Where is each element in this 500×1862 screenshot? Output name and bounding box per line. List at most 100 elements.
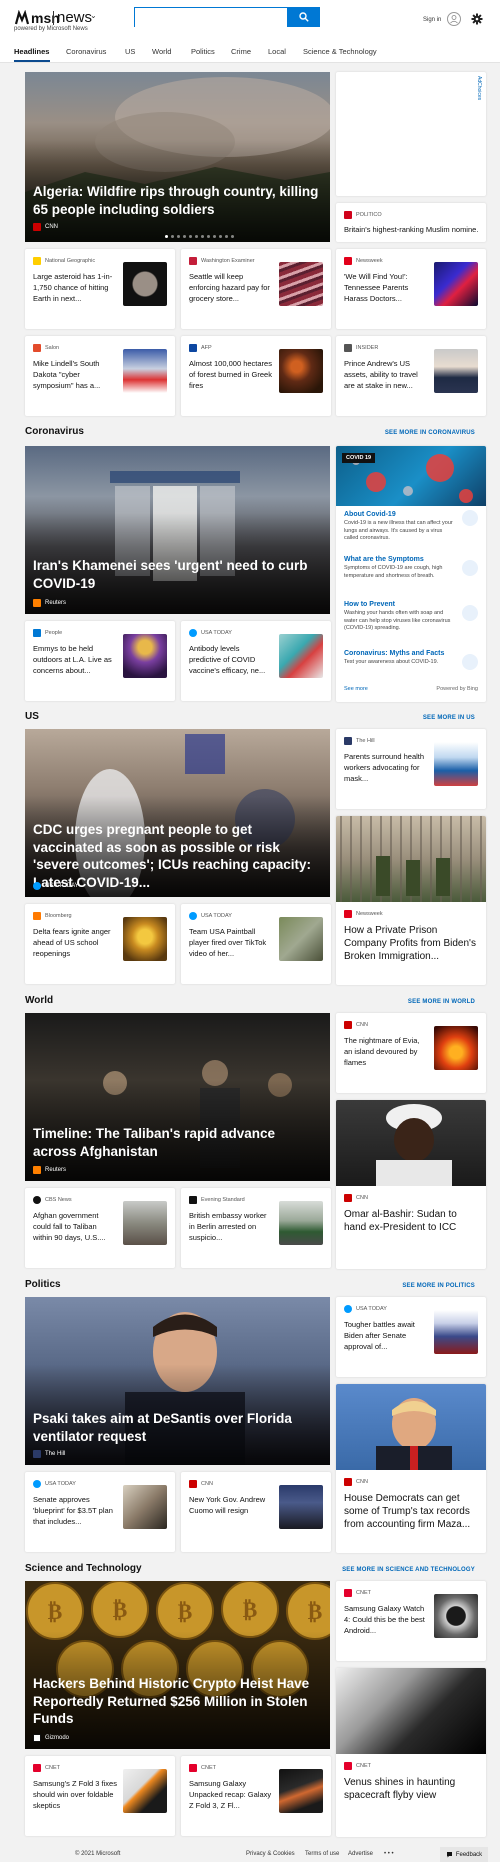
story-title[interactable]: 'We Will Find You!': Tennessee Parents H… (344, 271, 428, 304)
big-story-card[interactable]: Newsweek How a Private Prison Company Pr… (336, 816, 486, 985)
story-title[interactable]: Large asteroid has 1-in-1,750 chance of … (33, 271, 117, 304)
see-more-politics[interactable]: SEE MORE IN POLITICS (402, 1283, 475, 1289)
more-links-button[interactable]: • • • (384, 1851, 394, 1857)
msn-logo-icon[interactable] (14, 10, 30, 26)
story-title[interactable]: Emmys to be held outdoors at L.A. Live a… (33, 643, 117, 676)
story-title[interactable]: Almost 100,000 hectares of forest burned… (189, 358, 273, 391)
story-card[interactable]: CNET Samsung's Z Fold 3 fixes should win… (25, 1756, 175, 1836)
story-title[interactable]: Venus shines in haunting spacecraft flyb… (344, 1776, 478, 1802)
privacy-link[interactable]: Privacy & Cookies (246, 1851, 295, 1857)
covid-item-about[interactable]: About Covid-19 Covid-19 is a new illness… (344, 506, 478, 547)
story-title[interactable]: Samsung Galaxy Watch 4: Could this be th… (344, 1603, 428, 1636)
covid-see-more-link[interactable]: See more (344, 686, 368, 692)
story-title[interactable]: Britain's highest-ranking Muslim nomine.… (344, 224, 478, 235)
carousel-dot[interactable] (201, 235, 204, 238)
story-title[interactable]: Prince Andrew's US assets, ability to tr… (344, 358, 428, 391)
story-title[interactable]: House Democrats can get some of Trump's … (344, 1492, 478, 1531)
story-card[interactable]: INSIDER Prince Andrew's US assets, abili… (336, 336, 486, 416)
story-card[interactable]: CBS News Afghan government could fall to… (25, 1188, 175, 1268)
story-card[interactable]: CNN New York Gov. Andrew Cuomo will resi… (181, 1472, 331, 1552)
tab-coronavirus[interactable]: Coronavirus (66, 47, 106, 56)
scitech-hero-story[interactable]: ₿ ₿ ₿ ₿ ₿ Hackers Behind Historic Crypto Hei… (25, 1581, 330, 1749)
story-title[interactable]: British embassy worker in Berlin arreste… (189, 1210, 273, 1243)
carousel-dot[interactable] (219, 235, 222, 238)
story-title[interactable]: Delta fears ignite anger ahead of US sch… (33, 926, 117, 959)
covid-item-symptoms[interactable]: What are the Symptoms Symptoms of COVID-… (344, 556, 478, 580)
ad-slot[interactable]: AdChoices (336, 72, 486, 196)
tab-politics[interactable]: Politics (191, 47, 215, 56)
search-button[interactable] (288, 7, 320, 27)
tab-us[interactable]: US (125, 47, 135, 56)
covid-item-heading[interactable]: Coronavirus: Myths and Facts (344, 650, 478, 657)
story-title[interactable]: Senate approves 'blueprint' for $3.5T pl… (33, 1494, 117, 1527)
story-card[interactable]: The Hill Parents surround health workers… (336, 729, 486, 809)
story-title[interactable]: The nightmare of Evia, an island devoure… (344, 1035, 428, 1068)
product-name[interactable]: news (57, 9, 92, 26)
carousel-dot[interactable] (213, 235, 216, 238)
story-title[interactable]: Parents surround health workers advocati… (344, 751, 428, 784)
story-card[interactable]: CNET Samsung Galaxy Watch 4: Could this … (336, 1581, 486, 1661)
story-card[interactable]: USA TODAY Senate approves 'blueprint' fo… (25, 1472, 175, 1552)
story-card[interactable]: CNET Samsung Galaxy Unpacked recap: Gala… (181, 1756, 331, 1836)
hero-title[interactable]: Psaki takes aim at DeSantis over Florida… (33, 1410, 322, 1445)
carousel-dot[interactable] (171, 235, 174, 238)
section-title-science-technology[interactable]: Science and Technology (25, 1563, 142, 1574)
feedback-label[interactable]: Feedback (456, 1852, 482, 1858)
hero-title[interactable]: CDC urges pregnant people to get vaccina… (33, 821, 322, 891)
story-title[interactable]: Samsung's Z Fold 3 fixes should win over… (33, 1778, 117, 1811)
story-title[interactable]: How a Private Prison Company Profits fro… (344, 924, 478, 963)
feedback-button[interactable]: Feedback (440, 1847, 488, 1862)
tab-headlines[interactable]: Headlines (14, 47, 49, 56)
ad-choices-label[interactable]: AdChoices (476, 76, 482, 100)
covid-item-heading[interactable]: What are the Symptoms (344, 556, 478, 563)
story-card[interactable]: Bloomberg Delta fears ignite anger ahead… (25, 904, 175, 984)
covid-item-heading[interactable]: About Covid-19 (344, 511, 478, 518)
story-title[interactable]: Team USA Paintball player fired over Tik… (189, 926, 273, 959)
section-title-coronavirus[interactable]: Coronavirus (25, 426, 84, 437)
see-more-science-technology[interactable]: SEE MORE IN SCIENCE AND TECHNOLOGY (342, 1567, 475, 1573)
story-card[interactable]: USA TODAY Antibody levels predictive of … (181, 621, 331, 701)
section-title-politics[interactable]: Politics (25, 1279, 61, 1290)
story-card[interactable]: CNN The nightmare of Evia, an island dev… (336, 1013, 486, 1093)
carousel-dot[interactable] (189, 235, 192, 238)
section-title-us[interactable]: US (25, 711, 39, 722)
gear-icon[interactable] (471, 13, 483, 25)
hero-title[interactable]: Iran's Khamenei sees 'urgent' need to cu… (33, 557, 322, 592)
side-story-card[interactable]: POLITICO Britain's highest-ranking Musli… (336, 203, 486, 242)
section-title-world[interactable]: World (25, 995, 53, 1006)
carousel-dot[interactable] (195, 235, 198, 238)
story-card[interactable]: National Geographic Large asteroid has 1… (25, 249, 175, 329)
brand-name[interactable]: msn (31, 10, 60, 26)
covid-item-prevent[interactable]: How to Prevent Washing your hands often … (344, 601, 478, 633)
story-card[interactable]: AFP Almost 100,000 hectares of forest bu… (181, 336, 331, 416)
story-card[interactable]: Washington Examiner Seattle will keep en… (181, 249, 331, 329)
story-title[interactable]: Seattle will keep enforcing hazard pay f… (189, 271, 273, 304)
story-title[interactable]: Afghan government could fall to Taliban … (33, 1210, 117, 1243)
see-more-world[interactable]: SEE MORE IN WORLD (408, 999, 475, 1005)
hero-title[interactable]: Timeline: The Taliban's rapid advance ac… (33, 1125, 322, 1160)
tab-science-technology[interactable]: Science & Technology (303, 47, 377, 56)
story-title[interactable]: Mike Lindell's South Dakota "cyber sympo… (33, 358, 117, 391)
terms-link[interactable]: Terms of use (305, 1851, 339, 1857)
story-card[interactable]: People Emmys to be held outdoors at L.A.… (25, 621, 175, 701)
tab-world[interactable]: World (152, 47, 171, 56)
covid-item-myths[interactable]: Coronavirus: Myths and Facts Test your a… (344, 650, 478, 670)
carousel-dot[interactable] (225, 235, 228, 238)
search-box[interactable] (134, 7, 288, 27)
carousel-dot[interactable] (177, 235, 180, 238)
story-card[interactable]: USA TODAY Tougher battles await Biden af… (336, 1297, 486, 1377)
big-story-card[interactable]: CNET Venus shines in haunting spacecraft… (336, 1668, 486, 1837)
hero-title[interactable]: Hackers Behind Historic Crypto Heist Hav… (33, 1675, 322, 1728)
big-story-card[interactable]: CNN House Democrats can get some of Trum… (336, 1384, 486, 1553)
story-title[interactable]: Samsung Galaxy Unpacked recap: Galaxy Z … (189, 1778, 273, 1811)
story-card[interactable]: Evening Standard British embassy worker … (181, 1188, 331, 1268)
story-title[interactable]: Omar al-Bashir: Sudan to hand ex-Preside… (344, 1208, 478, 1234)
story-title[interactable]: New York Gov. Andrew Cuomo will resign (189, 1494, 273, 1516)
tab-local[interactable]: Local (268, 47, 286, 56)
tab-crime[interactable]: Crime (231, 47, 251, 56)
coronavirus-hero-story[interactable]: Iran's Khamenei sees 'urgent' need to cu… (25, 446, 330, 614)
chevron-down-icon[interactable]: ⌄ (90, 11, 97, 20)
search-input[interactable] (135, 9, 287, 27)
carousel-dots[interactable] (165, 235, 234, 238)
see-more-us[interactable]: SEE MORE IN US (423, 715, 475, 721)
